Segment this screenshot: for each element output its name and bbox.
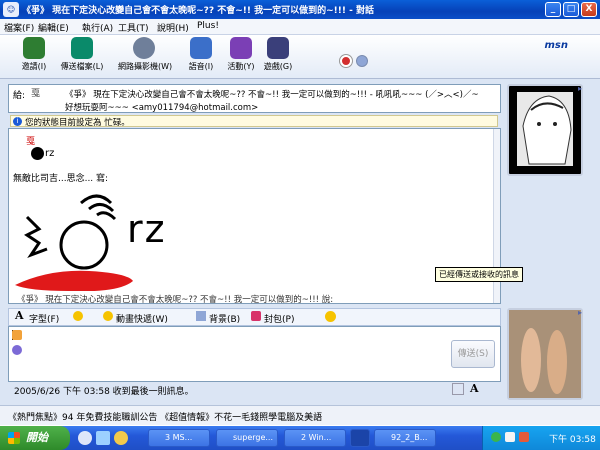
invite-icon — [23, 37, 45, 59]
history-cut-line: 《爭》 現在下定決心改變自己會不會太晚呢~?? 不會~!! 我一定可以做到的~!… — [17, 295, 334, 304]
last-message-status: 2005/6/26 下午 03:58 收到最後一則訊息。 — [14, 387, 194, 397]
msn-logo: msn — [544, 40, 569, 51]
menu-file[interactable]: 檔案(F) — [4, 21, 34, 34]
send-file-label: 傳送檔案(L) — [60, 62, 104, 71]
tray-speaker-icon[interactable] — [505, 432, 515, 442]
taskbar-superge[interactable]: superge... — [216, 429, 278, 447]
block-icon[interactable] — [340, 55, 352, 67]
manga-avatar-icon — [517, 92, 573, 166]
tray-app-icon[interactable] — [519, 432, 529, 442]
small-emoticon-icon: 戛 — [26, 137, 36, 147]
system-tray: 下午 03:58 — [482, 426, 600, 450]
emoticon-icon[interactable] — [73, 311, 83, 321]
background-button[interactable]: 背景(B) — [209, 312, 240, 325]
menu-help[interactable]: 說明(H) — [157, 21, 189, 34]
drawing-big-circle — [59, 220, 109, 270]
tooltip: 已經傳送或接收的訊息 — [435, 267, 523, 282]
invite-button[interactable]: 邀請(I) — [8, 37, 60, 72]
font-icon: A — [15, 309, 24, 322]
windows-logo-icon — [8, 432, 20, 444]
close-button[interactable]: X — [581, 2, 597, 17]
handwriting-icon[interactable] — [12, 330, 22, 340]
wink-button[interactable]: 動畫快遞(W) — [116, 312, 168, 325]
contact-name[interactable]: 《爭》 現在下定決心改變自己會不會太晚呢~?? 不會~!! 我一定可以做到的~!… — [65, 88, 497, 100]
input-toolbar: A 字型(F) 動畫快遞(W) 背景(B) 封包(P) — [8, 308, 501, 326]
tray-clock: 下午 03:58 — [549, 435, 596, 445]
gift-button[interactable]: 封包(P) — [264, 312, 294, 325]
ink-icon[interactable] — [12, 345, 22, 355]
taskbar-msn-group[interactable]: 3 MS... — [148, 429, 210, 447]
font-button[interactable]: 字型(F) — [29, 312, 59, 325]
gift-icon — [251, 311, 261, 321]
send-button[interactable]: 傳送(S) — [451, 340, 495, 368]
tray-msn-icon[interactable] — [491, 432, 501, 442]
title-bar[interactable]: ☺ 《爭》 現在下定決心改變自己會不會太晚呢~?? 不會~!! 我一定可以做到的… — [0, 0, 600, 19]
feet-photo-icon — [509, 310, 581, 398]
drawing-rz-text: rz — [127, 207, 167, 251]
menu-tools[interactable]: 工具(T) — [118, 21, 149, 34]
orz-emoticon-text: rz — [45, 148, 55, 159]
orz-emoticon-icon — [31, 147, 44, 160]
quick-launch-media-icon[interactable] — [114, 431, 128, 445]
contact-status-icon: 戛 — [31, 89, 41, 99]
drawing-motion-lines — [80, 194, 117, 221]
drawing-red-splash — [15, 270, 133, 291]
quick-launch-desktop-icon[interactable] — [96, 431, 110, 445]
contact-message: 好想玩耍阿~~~ <amy011794@hotmail.com> — [65, 103, 259, 113]
message-input[interactable] — [8, 326, 501, 382]
menu-bar: 檔案(F) 編輯(E) 執行(A) 工具(T) 說明(H) Plus! — [0, 19, 600, 35]
games-label: 遊戲(G) — [263, 62, 293, 71]
voice-icon — [190, 37, 212, 59]
send-file-icon — [71, 37, 93, 59]
menu-actions[interactable]: 執行(A) — [82, 21, 113, 34]
nudge-icon[interactable] — [325, 311, 336, 322]
menu-plus[interactable]: Plus! — [197, 21, 219, 31]
info-icon: i — [13, 117, 22, 126]
taskbar-92-2-b[interactable]: 92_2_B... — [374, 429, 436, 447]
handwrite-mode-icon[interactable] — [452, 383, 464, 395]
display-options-arrow[interactable]: ▸ — [578, 84, 588, 94]
send-file-button[interactable]: 傳送檔案(L) — [56, 37, 108, 72]
taskbar-windows-group[interactable]: 2 Win... — [284, 429, 346, 447]
webcam-icon — [133, 37, 155, 59]
menu-edit[interactable]: 編輯(E) — [38, 21, 69, 34]
my-display-options-arrow[interactable]: ▸ — [578, 308, 588, 318]
background-icon — [196, 311, 206, 321]
type-mode-icon[interactable]: A — [470, 382, 479, 395]
msn-app-icon: ☺ — [3, 2, 19, 17]
taskbar-unnamed[interactable] — [350, 429, 370, 447]
activities-icon — [230, 37, 252, 59]
to-panel: 給: 戛 《爭》 現在下定決心改變自己會不會太晚呢~?? 不會~!! 我一定可以… — [8, 84, 501, 113]
contact-display-picture[interactable] — [507, 84, 583, 176]
start-label: 開始 — [26, 431, 48, 444]
message-history: 戛 rz 無敵比司吉...思念... 寫: rz 《爭》 現在下定決心改變自己會… — [8, 128, 501, 304]
start-button[interactable]: 開始 — [0, 426, 70, 450]
drawing-spikes — [24, 215, 48, 259]
background-icon[interactable] — [356, 55, 368, 67]
my-display-picture[interactable] — [507, 308, 583, 400]
invite-label: 邀請(I) — [21, 62, 47, 71]
webcam-label: 網路攝影機(W) — [118, 62, 173, 71]
to-label: 給: — [13, 91, 26, 101]
ad-text[interactable]: 《熱門焦點》94 年免費技能職訓公告 《超值情報》不花一毛錢照學電腦及美語 — [8, 410, 322, 423]
games-icon — [267, 37, 289, 59]
webcam-button[interactable]: 網路攝影機(W) — [118, 37, 173, 72]
quick-launch-ie-icon[interactable] — [78, 431, 92, 445]
ad-bar: 《熱門焦點》94 年免費技能職訓公告 《超值情報》不花一毛錢照學電腦及美語 — [0, 405, 600, 425]
maximize-button[interactable]: □ — [563, 2, 579, 17]
main-toolbar: 邀請(I) 傳送檔案(L) 網路攝影機(W) 語音(I) 活動(Y) 遊戲(G)… — [0, 35, 600, 79]
status-notice: i 您的狀態目前設定為 忙碌。 — [10, 115, 498, 128]
window-title: 《爭》 現在下定決心改變自己會不會太晚呢~?? 不會~!! 我一定可以做到的~!… — [22, 6, 374, 16]
minimize-button[interactable]: _ — [545, 2, 561, 17]
wink-icon — [103, 311, 113, 321]
ink-drawing — [15, 194, 133, 291]
status-notice-text: 您的狀態目前設定為 忙碌。 — [25, 118, 130, 128]
games-button[interactable]: 遊戲(G) — [252, 37, 304, 72]
